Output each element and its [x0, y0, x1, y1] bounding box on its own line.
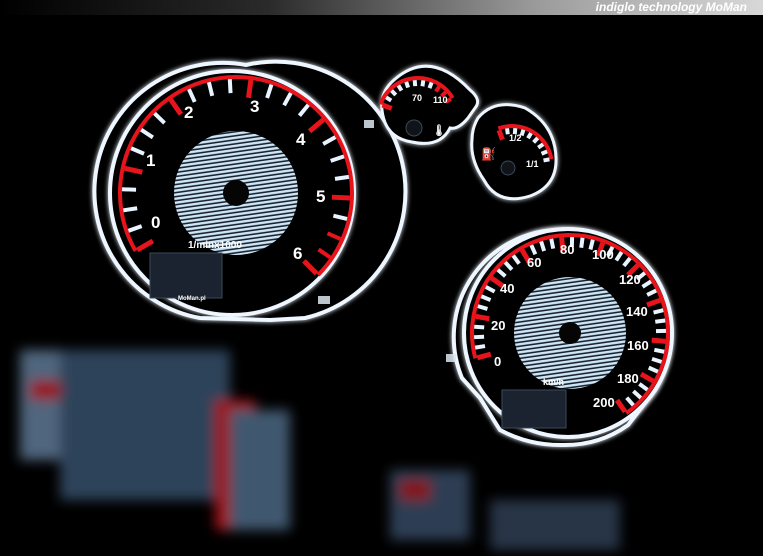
brand-caption: indiglo technology MoMan — [596, 0, 747, 15]
speed-label-200: 200 — [593, 395, 615, 410]
tach-label-4: 4 — [296, 130, 306, 149]
speed-label-40: 40 — [500, 281, 514, 296]
scale-tick — [246, 79, 254, 99]
speed-label-20: 20 — [491, 318, 505, 333]
fuel-pump-icon: ⛽ — [481, 147, 496, 161]
scale-tick — [653, 308, 664, 315]
scale-tick — [496, 129, 505, 141]
coolant-icon: 🌡 — [432, 124, 446, 137]
scale-tick — [579, 237, 585, 248]
scale-tick — [427, 81, 434, 89]
fuel-gauge: 1/2 1/1 ⛽ — [470, 103, 558, 201]
scale-tick — [331, 194, 351, 201]
scale-tick — [505, 128, 510, 135]
tachometer: 0 1 2 3 4 5 6 1/minx1000 MoMan.pl — [92, 59, 408, 323]
scale-tick — [526, 132, 533, 140]
scale-tick — [549, 238, 556, 250]
tach-label-0: 0 — [151, 213, 160, 232]
scale-tick — [474, 324, 485, 330]
scale-tick — [412, 79, 418, 87]
scale-tick — [475, 313, 490, 322]
scale-tick — [420, 80, 426, 87]
temp-label-110: 110 — [433, 95, 448, 105]
scale-tick — [540, 149, 548, 156]
speedometer-hub — [559, 322, 581, 344]
tagline: indiglo technology — [595, 0, 703, 14]
temp-pivot — [405, 119, 423, 137]
speed-label-160: 160 — [627, 338, 649, 353]
temperature-gauge: 70 110 🌡 — [378, 64, 480, 145]
tach-unit: 1/minx1000 — [188, 240, 242, 251]
tach-lcd-window — [149, 252, 223, 299]
scale-tick — [653, 347, 665, 354]
scale-tick — [385, 95, 393, 103]
scale-tick — [404, 81, 411, 89]
speed-label-180: 180 — [617, 371, 639, 386]
speed-label-0: 0 — [494, 354, 501, 369]
tach-label-1: 1 — [146, 151, 155, 170]
speed-label-140: 140 — [626, 304, 648, 319]
scale-tick — [334, 174, 350, 181]
tach-label-5: 5 — [316, 187, 325, 206]
tach-label-6: 6 — [293, 244, 302, 263]
scale-tick — [474, 344, 486, 350]
speed-lcd-window — [501, 389, 567, 429]
scale-tick — [651, 337, 666, 344]
scale-tick — [537, 142, 545, 150]
speed-unit: km/h — [543, 377, 564, 387]
scale-tick — [396, 84, 404, 92]
speed-label-100: 100 — [592, 247, 614, 262]
fuel-label-half: 1/2 — [509, 133, 522, 143]
scale-tick — [476, 351, 492, 361]
scale-tick — [477, 304, 488, 311]
fuel-pivot — [500, 160, 516, 176]
tach-label-2: 2 — [184, 103, 193, 122]
speed-label-60: 60 — [527, 255, 541, 270]
scale-tick — [543, 157, 550, 163]
scale-tick — [655, 318, 666, 324]
temp-label-70: 70 — [412, 93, 422, 103]
tach-label-3: 3 — [250, 97, 259, 116]
speed-label-80: 80 — [560, 242, 574, 257]
scale-tick — [519, 129, 526, 137]
scale-tick — [227, 79, 233, 94]
scale-tick — [123, 206, 138, 213]
scale-tick — [434, 85, 441, 93]
brand-name: MoMan — [705, 0, 747, 14]
scale-tick — [381, 102, 393, 111]
speed-label-120: 120 — [619, 272, 641, 287]
speedometer: 0 20 40 60 80 100 120 140 160 180 200 km… — [451, 227, 674, 448]
tachometer-hub — [223, 180, 249, 206]
dashboard-photo: 0 1 2 3 4 5 6 1/minx1000 MoMan.pl 70 110… — [20, 59, 674, 550]
fuel-label-full: 1/1 — [526, 159, 539, 169]
tach-maker: MoMan.pl — [178, 296, 206, 302]
